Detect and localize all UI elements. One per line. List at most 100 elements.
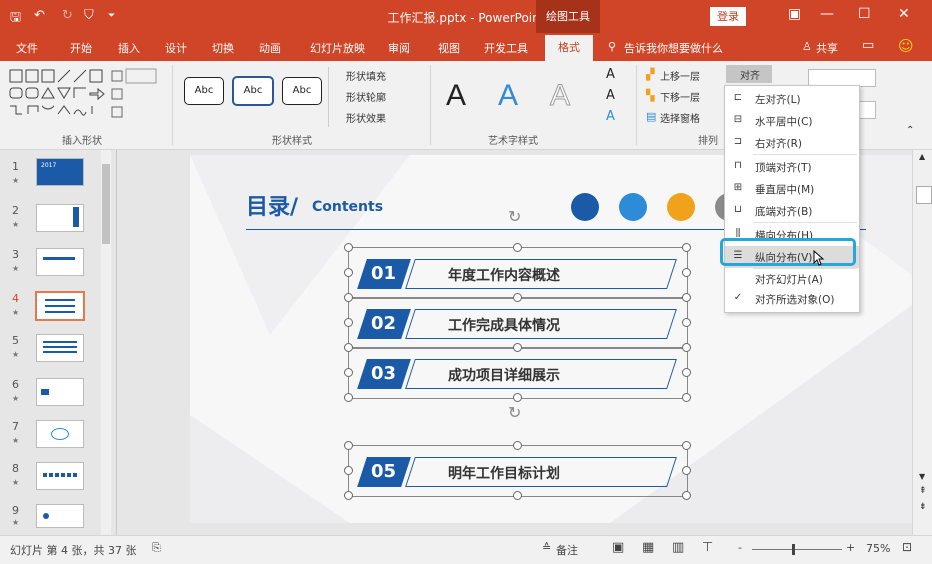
zoom-in-button[interactable]: + — [846, 541, 855, 554]
fit-to-window-icon[interactable]: ⊡ — [902, 540, 912, 554]
thumbnail-scroll-thumb[interactable] — [102, 164, 110, 244]
zoom-slider-track[interactable] — [752, 549, 842, 550]
close-icon[interactable]: ✕ — [898, 6, 910, 22]
selection-pane-button[interactable]: 选择窗格 — [660, 110, 700, 125]
resize-handle[interactable] — [682, 343, 691, 352]
comment-icon[interactable]: ▭ — [862, 38, 874, 53]
toc-item[interactable]: 02 工作完成具体情况 — [357, 309, 690, 339]
shape-fill-button[interactable]: 形状填充 — [346, 68, 386, 83]
resize-handle[interactable] — [513, 343, 522, 352]
resize-handle[interactable] — [344, 243, 353, 252]
tab-design[interactable]: 设计 — [165, 40, 187, 56]
slide-thumbnail-9[interactable] — [36, 504, 84, 528]
slide-thumbnail-6[interactable] — [36, 378, 84, 406]
text-fill-icon[interactable]: A — [606, 67, 615, 82]
menu-item-align-top[interactable]: ⊓ 顶端对齐(T) — [725, 156, 859, 178]
resize-handle[interactable] — [682, 268, 691, 277]
tab-developer[interactable]: 开发工具 — [484, 40, 528, 56]
resize-handle[interactable] — [513, 491, 522, 500]
shape-style-swatch[interactable]: Abc — [184, 77, 224, 105]
align-button[interactable]: 对齐 — [726, 65, 772, 83]
resize-handle[interactable] — [344, 466, 353, 475]
slide-thumbnail-3[interactable] — [36, 248, 84, 276]
share-button[interactable]: 共享 — [816, 40, 838, 56]
scroll-down-icon[interactable]: ▼ — [919, 472, 925, 481]
resize-handle[interactable] — [682, 466, 691, 475]
tab-slideshow[interactable]: 幻灯片放映 — [310, 40, 365, 56]
rotate-handle-icon[interactable]: ↻ — [508, 207, 521, 226]
maximize-icon[interactable]: ☐ — [858, 6, 871, 22]
menu-item-align-to-slide[interactable]: 对齐幻灯片(A) — [725, 268, 859, 290]
resize-handle[interactable] — [344, 318, 353, 327]
send-backward-button[interactable]: 下移一层 — [660, 89, 700, 104]
resize-handle[interactable] — [344, 268, 353, 277]
pie-chart-icon[interactable] — [619, 193, 647, 221]
slide-vertical-scrollbar[interactable]: ▲ ▼ ⇞ ⇟ — [912, 150, 932, 535]
wordart-style-black[interactable]: A — [446, 79, 466, 113]
resize-handle[interactable] — [682, 293, 691, 302]
wordart-style-outline[interactable]: A — [549, 79, 570, 113]
tell-me-search[interactable]: 告诉我你想要做什么 — [624, 40, 723, 56]
zoom-out-button[interactable]: - — [738, 541, 742, 554]
tab-file[interactable]: 文件 — [16, 40, 38, 56]
slideshow-icon[interactable]: ⊤ — [702, 540, 713, 555]
menu-item-align-middle[interactable]: ⊞ 垂直居中(M) — [725, 178, 859, 200]
normal-view-icon[interactable]: ▣ — [612, 540, 624, 555]
shape-effect-button[interactable]: 形状效果 — [346, 110, 386, 125]
resize-handle[interactable] — [682, 318, 691, 327]
slide-thumbnail-7[interactable] — [36, 420, 84, 448]
wordart-style-blue[interactable]: A — [498, 79, 518, 113]
previous-slide-icon[interactable]: ⇞ — [919, 486, 927, 496]
menu-item-align-right[interactable]: ⊐ 右对齐(R) — [725, 132, 859, 154]
rotate-handle-icon[interactable]: ↻ — [508, 403, 521, 422]
resize-handle[interactable] — [513, 441, 522, 450]
resize-handle[interactable] — [344, 393, 353, 402]
resize-handle[interactable] — [344, 441, 353, 450]
minimize-icon[interactable]: — — [820, 6, 834, 22]
tab-review[interactable]: 审阅 — [388, 40, 410, 56]
reading-view-icon[interactable]: ▥ — [672, 540, 684, 555]
tab-animations[interactable]: 动画 — [259, 40, 281, 56]
resize-handle[interactable] — [513, 243, 522, 252]
scroll-up-icon[interactable]: ▲ — [919, 152, 925, 161]
resize-handle[interactable] — [344, 293, 353, 302]
toc-item[interactable]: 05 明年工作目标计划 — [357, 457, 690, 487]
zoom-slider-thumb[interactable] — [792, 544, 795, 555]
text-effect-icon[interactable]: A — [606, 109, 615, 124]
tab-insert[interactable]: 插入 — [118, 40, 140, 56]
text-outline-icon[interactable]: A — [606, 88, 615, 103]
toc-item[interactable]: 01 年度工作内容概述 — [357, 259, 690, 289]
slide-thumbnail-4-selected[interactable] — [35, 291, 85, 321]
menu-item-align-selected-objects[interactable]: ✓ 对齐所选对象(O) — [725, 288, 859, 310]
toc-item[interactable]: 03 成功项目详细展示 — [357, 359, 690, 389]
resize-handle[interactable] — [344, 343, 353, 352]
zoom-level[interactable]: 75% — [866, 542, 890, 555]
shape-style-swatch[interactable]: Abc — [282, 77, 322, 105]
tab-format[interactable]: 格式 — [545, 35, 593, 61]
tab-home[interactable]: 开始 — [70, 40, 92, 56]
menu-item-align-left[interactable]: ⊏ 左对齐(L) — [725, 88, 859, 110]
smiley-feedback-icon[interactable]: ☺ — [898, 37, 914, 55]
thumbnail-scrollbar[interactable] — [101, 150, 111, 535]
magnifier-icon[interactable] — [667, 193, 695, 221]
notes-icon[interactable]: ≙ — [542, 541, 551, 554]
slide-thumbnail-1[interactable]: 2017 — [36, 158, 84, 186]
shape-outline-button[interactable]: 形状轮廓 — [346, 89, 386, 104]
resize-handle[interactable] — [682, 243, 691, 252]
shape-style-swatch-selected[interactable]: Abc — [232, 76, 274, 106]
next-slide-icon[interactable]: ⇟ — [919, 502, 927, 512]
resize-handle[interactable] — [682, 368, 691, 377]
slide-thumbnail-5[interactable] — [36, 334, 84, 362]
menu-item-align-center[interactable]: ⊟ 水平居中(C) — [725, 110, 859, 132]
slide-sorter-icon[interactable]: ▦ — [642, 540, 654, 555]
resize-handle[interactable] — [682, 393, 691, 402]
resize-handle[interactable] — [513, 393, 522, 402]
bring-forward-button[interactable]: 上移一层 — [660, 68, 700, 83]
shape-gallery[interactable] — [8, 67, 158, 125]
login-button[interactable]: 登录 — [710, 7, 746, 26]
bar-chart-icon[interactable] — [571, 193, 599, 221]
slide-title-english[interactable]: Contents — [312, 199, 383, 215]
resize-handle[interactable] — [682, 441, 691, 450]
resize-handle[interactable] — [682, 491, 691, 500]
slide-thumbnail-8[interactable] — [36, 462, 84, 490]
